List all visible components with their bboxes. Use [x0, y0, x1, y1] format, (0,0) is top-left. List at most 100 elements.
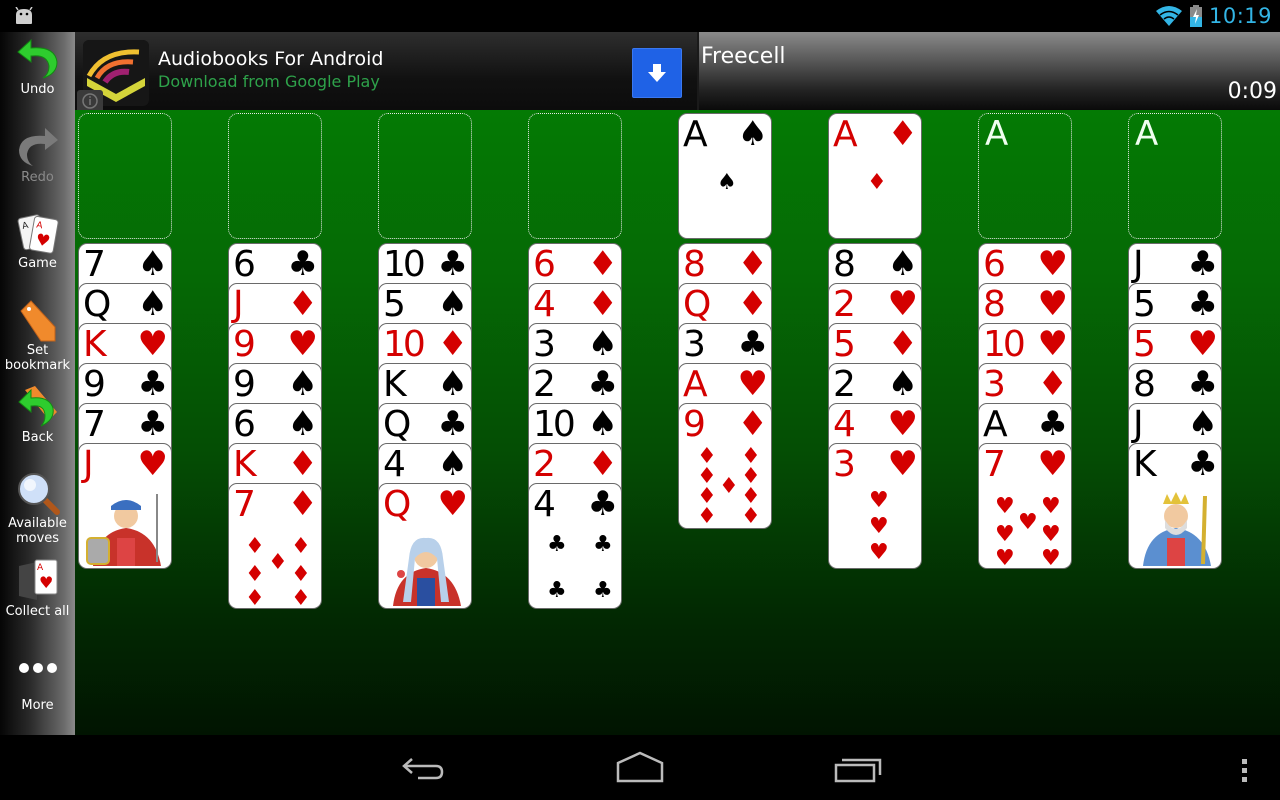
- card-rank: 3: [833, 444, 856, 485]
- hearts-pip-icon: ♥: [995, 522, 1015, 547]
- status-bar: 10:19: [0, 0, 1280, 32]
- card-rank: 7: [983, 444, 1006, 485]
- hearts-suit-icon: ♥: [437, 484, 468, 524]
- spades-suit-icon: ♠: [737, 114, 768, 154]
- spades-suit-icon: ♠: [587, 404, 618, 444]
- hearts-suit-icon: ♥: [1037, 284, 1068, 324]
- spades-pip-icon: ♠: [717, 170, 737, 195]
- info-icon: [82, 93, 98, 109]
- hearts-suit-icon: ♥: [1037, 244, 1068, 284]
- ad-info-button[interactable]: [77, 90, 103, 110]
- tableau-card[interactable]: 9 ♦ ♦ ♦ ♦ ♦ ♦ ♦ ♦ ♦ ♦: [678, 403, 772, 529]
- hearts-pip-icon: ♥: [1041, 494, 1061, 519]
- diamonds-suit-icon: ♦: [287, 484, 318, 524]
- tableau-card[interactable]: Q ♥: [378, 483, 472, 609]
- more-button[interactable]: More: [0, 654, 75, 713]
- diamonds-pip-icon: ♦: [867, 170, 887, 195]
- spades-suit-icon: ♠: [137, 284, 168, 324]
- tableau-card[interactable]: 4 ♣ ♣ ♣ ♣ ♣: [528, 483, 622, 609]
- diamonds-pip-icon: ♦: [268, 550, 288, 575]
- face-card-portrait-icon: [1143, 492, 1211, 566]
- hearts-suit-icon: ♥: [137, 444, 168, 484]
- card-rank: 8: [1133, 364, 1156, 405]
- recent-apps-icon[interactable]: [834, 751, 884, 785]
- tableau-card[interactable]: 7 ♥ ♥ ♥ ♥ ♥ ♥ ♥ ♥: [978, 443, 1072, 569]
- card-rank: 5: [1133, 324, 1156, 365]
- navigation-bar: [0, 735, 1280, 800]
- card-rank: 4: [533, 284, 556, 325]
- android-debug-icon: [15, 7, 33, 24]
- spades-suit-icon: ♠: [437, 284, 468, 324]
- foundation-slot[interactable]: A: [978, 113, 1072, 239]
- card-rank: A: [983, 404, 1008, 445]
- clubs-suit-icon: ♣: [437, 244, 468, 284]
- foundation-card[interactable]: A ♠ ♠: [678, 113, 772, 239]
- clubs-suit-icon: ♣: [1037, 404, 1068, 444]
- back-icon[interactable]: [400, 751, 448, 785]
- card-rank: J: [233, 284, 243, 325]
- card-rank: 6: [983, 244, 1006, 285]
- hearts-pip-icon: ♥: [869, 488, 889, 513]
- free-cell[interactable]: [528, 113, 622, 239]
- hearts-pip-icon: ♥: [1041, 522, 1061, 547]
- diamonds-pip-icon: ♦: [697, 504, 717, 529]
- face-card-portrait-icon: [86, 494, 161, 566]
- free-cell[interactable]: [378, 113, 472, 239]
- card-rank: 8: [833, 244, 856, 285]
- card-rank: 9: [233, 364, 256, 405]
- undo-button[interactable]: Undo: [0, 36, 75, 97]
- card-rank: 6: [233, 404, 256, 445]
- card-rank: J: [1133, 404, 1143, 445]
- diamonds-suit-icon: ♦: [887, 324, 918, 364]
- card-rank: 3: [983, 364, 1006, 405]
- clubs-suit-icon: ♣: [287, 244, 318, 284]
- clubs-suit-icon: ♣: [137, 404, 168, 444]
- diamonds-suit-icon: ♦: [437, 324, 468, 364]
- collect-all-button[interactable]: A ♥ Collect all: [0, 558, 75, 619]
- free-cell[interactable]: [228, 113, 322, 239]
- spades-suit-icon: ♠: [287, 364, 318, 404]
- foundation-slot[interactable]: A: [1128, 113, 1222, 239]
- card-rank: 6: [533, 244, 556, 285]
- tableau-card[interactable]: 3 ♥ ♥ ♥ ♥: [828, 443, 922, 569]
- hearts-suit-icon: ♥: [137, 324, 168, 364]
- clubs-suit-icon: ♣: [137, 364, 168, 404]
- card-rank: 3: [533, 324, 556, 365]
- svg-text:A: A: [37, 563, 44, 573]
- hearts-suit-icon: ♥: [1187, 324, 1218, 364]
- card-rank: 5: [383, 284, 406, 325]
- diamonds-pip-icon: ♦: [741, 504, 761, 529]
- foundation-card[interactable]: A ♦ ♦: [828, 113, 922, 239]
- card-rank: K: [383, 364, 407, 405]
- overflow-menu-icon[interactable]: [1238, 751, 1252, 785]
- card-rank: 2: [833, 284, 856, 325]
- home-icon[interactable]: [614, 751, 666, 785]
- card-rank: 10: [983, 324, 1026, 365]
- ad-download-button[interactable]: [632, 48, 682, 98]
- tableau-card[interactable]: K ♣: [1128, 443, 1222, 569]
- hearts-pip-icon: ♥: [995, 546, 1015, 569]
- available-moves-button[interactable]: Available moves: [0, 470, 75, 546]
- clubs-suit-icon: ♣: [587, 364, 618, 404]
- set-bookmark-button[interactable]: Set bookmark: [0, 297, 75, 373]
- game-button[interactable]: A A ♥ Game: [0, 210, 75, 271]
- card-rank: 10: [383, 324, 426, 365]
- ad-banner[interactable]: Audiobooks For Android Download from Goo…: [75, 32, 697, 110]
- clubs-suit-icon: ♣: [1187, 284, 1218, 324]
- back-button[interactable]: Back: [0, 384, 75, 445]
- redo-icon: [18, 128, 58, 166]
- tableau-card[interactable]: J ♥: [78, 443, 172, 569]
- game-header: Freecell 0:09: [697, 32, 1280, 110]
- card-rank: 4: [383, 444, 406, 485]
- foundation-placeholder-label: A: [1135, 114, 1159, 154]
- free-cell[interactable]: [78, 113, 172, 239]
- clock: 10:19: [1208, 4, 1272, 28]
- card-rank: 9: [83, 364, 106, 405]
- redo-button[interactable]: Redo: [0, 124, 75, 185]
- spades-suit-icon: ♠: [137, 244, 168, 284]
- hearts-suit-icon: ♥: [287, 324, 318, 364]
- game-table: A ♠ ♠ A ♦ ♦ A A 7 ♠ Q ♠ K ♥ 9 ♣ 7 ♣ J ♥ 6 ♣ J ♦ 9 ♥ 9 ♠ 6 ♠ K ♦ 7 ♦ ♦ ♦ ♦ ♦ ♦ ♦…: [75, 110, 1280, 735]
- tableau-card[interactable]: 7 ♦ ♦ ♦ ♦ ♦ ♦ ♦ ♦: [228, 483, 322, 609]
- hearts-pip-icon: ♥: [1041, 546, 1061, 569]
- card-rank: 9: [233, 324, 256, 365]
